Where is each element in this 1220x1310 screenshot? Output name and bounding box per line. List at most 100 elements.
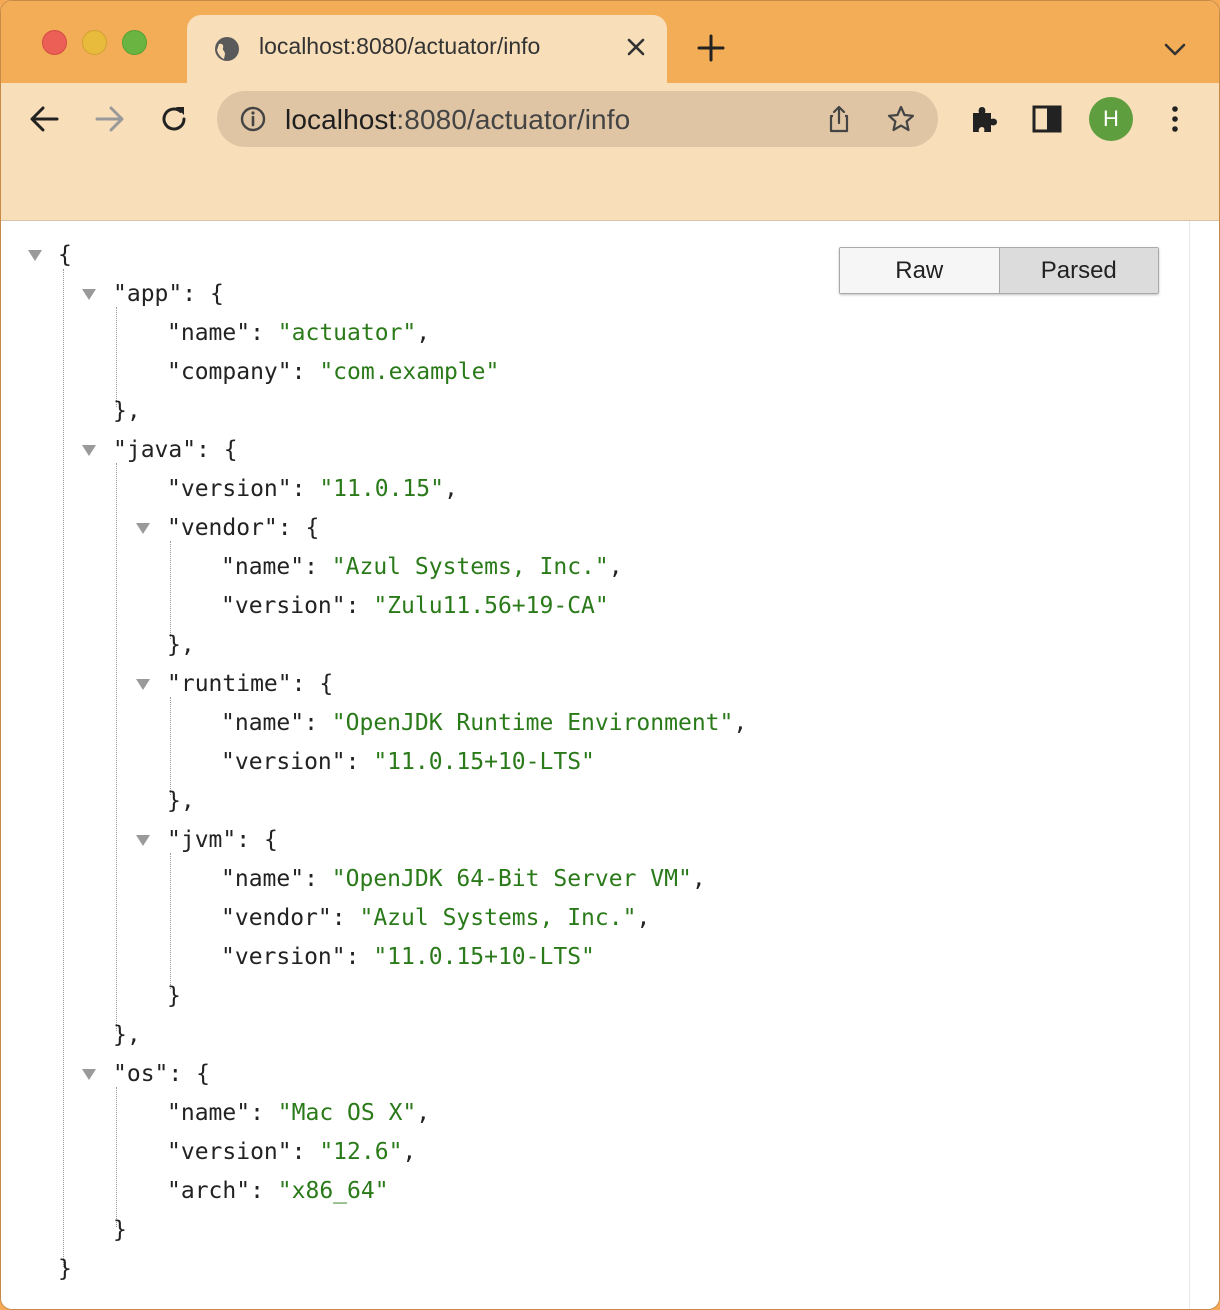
json-line: "version": "11.0.15+10-LTS" <box>221 944 595 970</box>
json-line: "company": "com.example" <box>167 359 500 385</box>
json-line: "vendor": { <box>167 515 320 541</box>
collapse-root-toggle[interactable] <box>28 250 42 261</box>
json-key: "company" <box>167 359 292 385</box>
json-string: "x86_64" <box>277 1178 389 1204</box>
chevron-down-icon[interactable] <box>1161 37 1189 61</box>
collapse-os-toggle[interactable] <box>82 1069 96 1080</box>
json-line: "version": "12.6", <box>167 1139 417 1165</box>
json-string: "11.0.15+10-LTS" <box>373 749 595 775</box>
json-line: "name": "actuator", <box>167 320 431 346</box>
json-string: "Azul Systems, Inc." <box>359 905 637 931</box>
json-key: "version" <box>221 944 346 970</box>
page-content: Raw Parsed { "app": { "name": "actuator"… <box>1 221 1219 1309</box>
extensions-puzzle-icon[interactable] <box>965 101 1001 137</box>
json-key: "jvm" <box>167 827 237 853</box>
more-menu-icon[interactable] <box>1157 101 1193 137</box>
json-key: "name" <box>221 554 305 580</box>
json-line: "version": "11.0.15", <box>167 476 458 502</box>
json-brace: } <box>58 1256 72 1282</box>
json-key: "java" <box>113 437 197 463</box>
json-line: "name": "Mac OS X", <box>167 1100 431 1126</box>
json-line: }, <box>113 1022 141 1048</box>
scrollbar[interactable] <box>1189 221 1219 1309</box>
json-line: "java": { <box>113 437 238 463</box>
json-key: "version" <box>221 593 346 619</box>
json-key: "os" <box>113 1061 169 1087</box>
json-string: "12.6" <box>319 1139 403 1165</box>
json-key: "version" <box>167 1139 292 1165</box>
collapse-runtime-toggle[interactable] <box>136 679 150 690</box>
json-line: } <box>113 1217 127 1243</box>
json-string: "11.0.15+10-LTS" <box>373 944 595 970</box>
json-line: { <box>58 236 72 275</box>
tree-guide <box>116 1087 117 1227</box>
json-line: }, <box>167 788 195 814</box>
json-string: "OpenJDK 64-Bit Server VM" <box>331 866 692 892</box>
tab-active[interactable]: localhost:8080/actuator/info <box>187 15 667 83</box>
toolbar: localhost:8080/actuator/info H <box>1 83 1219 221</box>
url-host: localhost <box>285 104 397 135</box>
profile-avatar[interactable]: H <box>1089 97 1133 141</box>
forward-arrow-icon[interactable] <box>91 101 127 137</box>
json-line: "name": "OpenJDK 64-Bit Server VM", <box>221 866 706 892</box>
json-key: "app" <box>113 281 183 307</box>
address-bar[interactable]: localhost:8080/actuator/info <box>217 91 938 147</box>
reload-icon[interactable] <box>156 101 192 137</box>
json-key: "vendor" <box>167 515 278 541</box>
json-line: "version": "Zulu11.56+19-CA" <box>221 593 609 619</box>
json-string: "11.0.15" <box>319 476 444 502</box>
json-string: "com.example" <box>319 359 500 385</box>
raw-button[interactable]: Raw <box>840 248 1000 293</box>
json-string: "Mac OS X" <box>277 1100 417 1126</box>
json-line: }, <box>167 632 195 658</box>
json-key: "name" <box>221 866 305 892</box>
json-line: "app": { <box>113 281 224 307</box>
json-string: "Azul Systems, Inc." <box>331 554 609 580</box>
tree-guide <box>170 697 171 795</box>
tab-title: localhost:8080/actuator/info <box>259 33 541 59</box>
collapse-app-toggle[interactable] <box>82 289 96 300</box>
url-text[interactable]: localhost:8080/actuator/info <box>285 104 630 136</box>
new-tab-icon[interactable] <box>695 32 727 64</box>
json-line: "os": { <box>113 1061 210 1087</box>
bookmark-star-icon[interactable] <box>885 103 917 135</box>
json-line: "name": "Azul Systems, Inc.", <box>221 554 623 580</box>
site-info-icon[interactable] <box>239 105 267 133</box>
json-line: "name": "OpenJDK Runtime Environment", <box>221 710 748 736</box>
browser-window: localhost:8080/actuator/info localhost:8… <box>0 0 1220 1310</box>
json-key: "vendor" <box>221 905 332 931</box>
json-key: "name" <box>167 1100 251 1126</box>
json-line: "vendor": "Azul Systems, Inc.", <box>221 905 651 931</box>
json-brace: { <box>58 242 72 268</box>
json-line: "jvm": { <box>167 827 278 853</box>
tree-guide <box>116 463 117 1031</box>
json-line: } <box>58 1250 72 1289</box>
json-line: }, <box>113 398 141 424</box>
close-tab-icon[interactable] <box>624 35 648 59</box>
close-window-button[interactable] <box>42 30 67 55</box>
json-line: "runtime": { <box>167 671 334 697</box>
json-key: "version" <box>221 749 346 775</box>
json-key: "arch" <box>167 1178 251 1204</box>
share-icon[interactable] <box>823 103 855 135</box>
json-string: "actuator" <box>277 320 417 346</box>
side-panel-icon[interactable] <box>1029 101 1065 137</box>
tree-guide <box>170 541 171 639</box>
tree-guide <box>63 269 64 1267</box>
json-line: "arch": "x86_64" <box>167 1178 389 1204</box>
minimize-window-button[interactable] <box>82 30 107 55</box>
collapse-vendor-toggle[interactable] <box>136 523 150 534</box>
collapse-java-toggle[interactable] <box>82 445 96 456</box>
back-arrow-icon[interactable] <box>27 101 63 137</box>
collapse-jvm-toggle[interactable] <box>136 835 150 846</box>
json-string: "OpenJDK Runtime Environment" <box>331 710 734 736</box>
json-line: "version": "11.0.15+10-LTS" <box>221 749 595 775</box>
zoom-window-button[interactable] <box>122 30 147 55</box>
json-string: "Zulu11.56+19-CA" <box>373 593 609 619</box>
json-key: "runtime" <box>167 671 292 697</box>
json-key: "name" <box>167 320 251 346</box>
tab-bar: localhost:8080/actuator/info <box>1 1 1219 83</box>
parsed-button[interactable]: Parsed <box>999 248 1158 293</box>
json-key: "version" <box>167 476 292 502</box>
globe-icon <box>215 37 239 61</box>
